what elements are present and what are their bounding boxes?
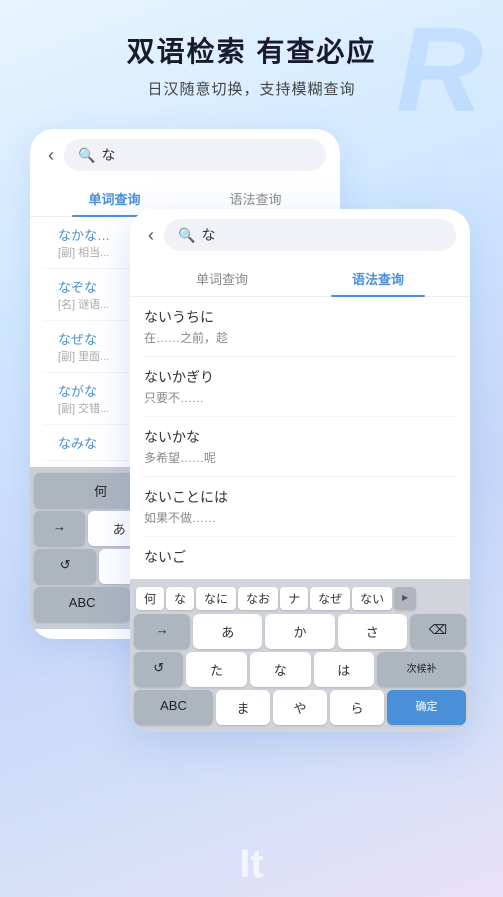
suggestion-nani[interactable]: 何 — [136, 587, 164, 610]
list-item: ないかぎり 只要不…… — [144, 357, 456, 417]
key-back[interactable]: ↺ — [34, 549, 96, 584]
suggestion-more[interactable]: ▸ — [394, 587, 416, 610]
suggestion-nai[interactable]: ない — [352, 587, 392, 610]
key-arrow[interactable]: → — [34, 511, 85, 546]
front-chinese-1: 在……之前，趁 — [144, 329, 456, 346]
key-ka-front[interactable]: か — [265, 614, 334, 649]
list-item: ないうちに 在……之前，趁 — [144, 297, 456, 357]
key-confirm[interactable]: 确定 — [387, 690, 466, 725]
keyboard-area: 何 な なに なお ナ なぜ ない ▸ → あ か さ ⌫ ↺ た な — [130, 579, 470, 732]
front-search-text: な — [201, 225, 215, 245]
key-ma-front[interactable]: ま — [216, 690, 270, 725]
key-abc-front[interactable]: ABC — [134, 690, 213, 725]
front-chinese-3: 多希望……呢 — [144, 449, 456, 466]
page-title: 双语检索 有查必应 — [20, 30, 483, 70]
front-japanese-1: ないうちに — [144, 307, 456, 327]
front-result-list: ないうちに 在……之前，趁 ないかぎり 只要不…… ないかな 多希望……呢 ない… — [130, 297, 470, 579]
suggestion-nani2[interactable]: なに — [196, 587, 236, 610]
front-search-input-area[interactable]: 🔍 な — [164, 219, 456, 251]
front-tabs-row: 单词查询 语法查询 — [130, 261, 470, 297]
list-item: ないご — [144, 537, 456, 579]
key-back-front[interactable]: ↺ — [134, 652, 183, 687]
list-item: ないことには 如果不做…… — [144, 477, 456, 537]
back-search-input-area[interactable]: 🔍 な — [64, 139, 326, 171]
front-chinese-2: 只要不…… — [144, 389, 456, 406]
front-japanese-3: ないかな — [144, 427, 456, 447]
search-icon: 🔍 — [78, 147, 95, 164]
key-sa-front[interactable]: さ — [338, 614, 407, 649]
front-phone-card: ‹ 🔍 な 单词查询 语法查询 ないうちに 在……之前，趁 ないかぎり 只要不…… — [130, 209, 470, 732]
back-button-back-card[interactable]: ‹ — [44, 141, 58, 170]
key-next-candidate[interactable]: 次候补 — [377, 652, 466, 687]
cards-container: ‹ 🔍 な 单词查询 语法查询 なかな… [副] 相当... なぞな [名] 谜… — [0, 129, 503, 789]
bottom-it-text: It — [239, 842, 263, 887]
header-area: 双语检索 有查必应 日汉随意切换，支持模糊查询 — [0, 0, 503, 119]
key-abc[interactable]: ABC — [34, 587, 130, 622]
key-na-front[interactable]: な — [250, 652, 311, 687]
suggestion-na[interactable]: な — [166, 587, 194, 610]
front-japanese-5: ないご — [144, 547, 456, 567]
key-ha-front[interactable]: は — [314, 652, 375, 687]
suggestion-Na[interactable]: ナ — [280, 587, 308, 610]
front-tab-vocab[interactable]: 单词查询 — [144, 261, 300, 296]
delete-key-front[interactable]: ⌫ — [410, 614, 466, 649]
key-ra-front[interactable]: ら — [330, 690, 384, 725]
keyboard-row-2: ↺ た な は 次候补 — [134, 652, 466, 687]
back-search-text: な — [101, 145, 115, 165]
key-a-front[interactable]: あ — [193, 614, 262, 649]
key-ta-front[interactable]: た — [186, 652, 247, 687]
keyboard-row-1: → あ か さ ⌫ — [134, 614, 466, 649]
page-subtitle: 日汉随意切换，支持模糊查询 — [20, 78, 483, 99]
front-chinese-4: 如果不做…… — [144, 509, 456, 526]
front-tab-grammar[interactable]: 语法查询 — [300, 261, 456, 296]
key-ya-front[interactable]: や — [273, 690, 327, 725]
keyboard-row-3: ABC ま や ら 确定 — [134, 690, 466, 725]
back-button-front-card[interactable]: ‹ — [144, 221, 158, 250]
front-japanese-2: ないかぎり — [144, 367, 456, 387]
suggestion-nao[interactable]: なお — [238, 587, 278, 610]
front-japanese-4: ないことには — [144, 487, 456, 507]
suggestion-naze[interactable]: なぜ — [310, 587, 350, 610]
back-search-bar: ‹ 🔍 な — [30, 129, 340, 181]
list-item: ないかな 多希望……呢 — [144, 417, 456, 477]
keyboard-suggestions: 何 な なに なお ナ なぜ ない ▸ — [134, 583, 466, 614]
key-arrow-front[interactable]: → — [134, 614, 190, 649]
front-search-bar: ‹ 🔍 な — [130, 209, 470, 261]
search-icon-front: 🔍 — [178, 227, 195, 244]
